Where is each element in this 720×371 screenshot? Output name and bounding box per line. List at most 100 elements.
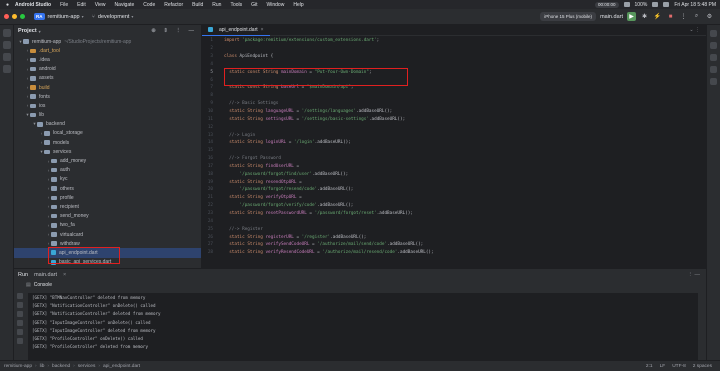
code-line[interactable]: 18 '/password/forgot/find/user'.addBaseU… [202, 170, 706, 178]
code-line[interactable]: 27 static String verifySendCodeURL = '/a… [202, 241, 706, 249]
code-line[interactable]: 11 static String settingsURL = '/setting… [202, 115, 706, 123]
run-configuration[interactable]: main.dart [600, 14, 623, 20]
code-line[interactable]: 15 [202, 147, 706, 155]
more-tools-icon[interactable] [2, 65, 11, 73]
cursor-position[interactable]: 2:1 [646, 364, 653, 369]
window-close-button[interactable] [4, 14, 9, 19]
stop-run-icon[interactable] [17, 302, 23, 308]
rerun-icon[interactable] [17, 293, 23, 299]
menu-file[interactable]: File [60, 2, 68, 8]
device-manager-icon[interactable] [710, 54, 717, 61]
tree-item[interactable]: › add_money [14, 156, 201, 165]
line-separator[interactable]: LF [660, 364, 666, 369]
more-icon[interactable]: ⋮ [679, 12, 688, 21]
code-line[interactable]: 16 //-> Forgot Password [202, 155, 706, 163]
hot-reload-icon[interactable] [17, 311, 23, 317]
menu-refactor[interactable]: Refactor [164, 2, 183, 8]
console-tab[interactable]: ▤ Console [14, 280, 706, 290]
battery-icon[interactable] [652, 2, 659, 7]
flutter-inspector-icon[interactable] [710, 66, 717, 73]
menu-help[interactable]: Help [293, 2, 303, 8]
code-line[interactable]: 2 [202, 45, 706, 53]
tree-item[interactable]: › ios [14, 101, 201, 110]
code-line[interactable]: 9 //-> Basic Settings [202, 100, 706, 108]
clock[interactable]: Fri Apr 18 5:48 PM [674, 2, 716, 8]
menu-navigate[interactable]: Navigate [115, 2, 135, 8]
close-icon[interactable]: × [63, 272, 66, 278]
menu-tools[interactable]: Tools [230, 2, 242, 8]
tree-item[interactable]: › fonts [14, 92, 201, 101]
search-icon[interactable]: ⌕ [692, 12, 701, 21]
flutter-performance-icon[interactable] [710, 78, 717, 85]
code-line[interactable]: 12 [202, 123, 706, 131]
tree-item[interactable]: › others [14, 184, 201, 193]
code-line[interactable]: 21 static String verifyOtpURL = [202, 194, 706, 202]
branch-selector[interactable]: development [98, 14, 130, 20]
console-output[interactable]: [GETX] "BTMNavController" deleted from m… [28, 293, 698, 361]
code-line[interactable]: 28 static String verifyResendCodeURL = '… [202, 249, 706, 257]
tree-item[interactable]: ▾ remitium-app ~/StudioProjects/remitium-a… [14, 37, 201, 46]
device-selector[interactable]: iPhone 15 Plus (mobile) [540, 12, 597, 21]
gradle-icon[interactable] [710, 42, 717, 49]
breadcrumb-item[interactable]: lib [40, 364, 45, 369]
breadcrumb-item[interactable]: api_endpoint.dart [103, 364, 140, 369]
code-line[interactable]: 14 static String loginURL = '/login'.add… [202, 139, 706, 147]
code-line[interactable]: 22 '/password/forgot/verify/code'.addBas… [202, 202, 706, 210]
commit-tool-icon[interactable] [2, 41, 11, 49]
menu-git[interactable]: Git [251, 2, 257, 8]
breadcrumb-item[interactable]: backend [52, 364, 70, 369]
menu-code[interactable]: Code [143, 2, 155, 8]
tree-item[interactable]: › models [14, 138, 201, 147]
project-tool-icon[interactable] [2, 29, 11, 37]
indent-setting[interactable]: 2 spaces [693, 364, 712, 369]
code-line[interactable]: 10 static String languageURL = '/setting… [202, 108, 706, 116]
tree-item[interactable]: › virtualcard [14, 230, 201, 239]
tree-item[interactable]: › send_money [14, 212, 201, 221]
code-line[interactable]: 17 static String findUserURL = [202, 163, 706, 171]
breadcrumb-item[interactable]: remitium-app [4, 364, 32, 369]
code-line[interactable]: 23 static String resetPasswordURL = '/pa… [202, 210, 706, 218]
code-line[interactable]: 20 '/password/forgot/resend/code'.addBas… [202, 186, 706, 194]
tree-item[interactable]: › build [14, 83, 201, 92]
menu-view[interactable]: View [95, 2, 106, 8]
breadcrumb-item[interactable]: services [78, 364, 96, 369]
code-line[interactable]: 1 import 'package:remitium/extensions/cus… [202, 37, 706, 45]
tree-item[interactable]: › recipient [14, 202, 201, 211]
tree-item[interactable]: ▾ lib [14, 111, 201, 120]
project-badge[interactable]: RA [34, 13, 45, 20]
tree-item[interactable]: › .idea [14, 55, 201, 64]
control-center-icon[interactable] [663, 2, 670, 7]
tree-item[interactable]: › .dart_tool [14, 46, 201, 55]
tree-item[interactable]: ▾ services [14, 147, 201, 156]
close-icon[interactable]: × [261, 27, 264, 33]
tree-item[interactable]: › kyc [14, 175, 201, 184]
window-zoom-button[interactable] [20, 14, 25, 19]
window-minimize-button[interactable] [12, 14, 17, 19]
tree-item[interactable]: › assets [14, 74, 201, 83]
code-line[interactable]: 8 [202, 92, 706, 100]
recording-timer[interactable]: 00:00:00 [594, 1, 619, 8]
hot-reload-icon[interactable]: ⚡ [653, 12, 662, 21]
clear-icon[interactable] [17, 338, 23, 344]
tree-item[interactable]: › android [14, 65, 201, 74]
tree-item[interactable]: › local_storage [14, 129, 201, 138]
notifications-icon[interactable] [710, 30, 717, 37]
structure-tool-icon[interactable] [2, 53, 11, 61]
apple-icon[interactable]: ● [4, 2, 11, 8]
tree-item[interactable]: › two_fa [14, 221, 201, 230]
menu-edit[interactable]: Edit [77, 2, 86, 8]
menu-app-name[interactable]: Android Studio [15, 2, 51, 8]
code-line[interactable]: 24 [202, 217, 706, 225]
tree-item[interactable]: ▾ backend [14, 120, 201, 129]
debug-icon[interactable]: ✱ [640, 12, 649, 21]
project-panel-title[interactable]: Project [18, 28, 37, 34]
stop-icon[interactable]: ■ [666, 12, 675, 21]
project-selector[interactable]: remitium-app [48, 14, 80, 20]
code-line[interactable]: 13 //-> Login [202, 131, 706, 139]
menu-run[interactable]: Run [212, 2, 221, 8]
code-line[interactable]: 25 //-> Register [202, 225, 706, 233]
code-line[interactable]: 3 class ApiEndpoint { [202, 53, 706, 61]
tree-item[interactable]: › profile [14, 193, 201, 202]
file-encoding[interactable]: UTF-8 [672, 364, 686, 369]
tree-item[interactable]: › auth [14, 166, 201, 175]
